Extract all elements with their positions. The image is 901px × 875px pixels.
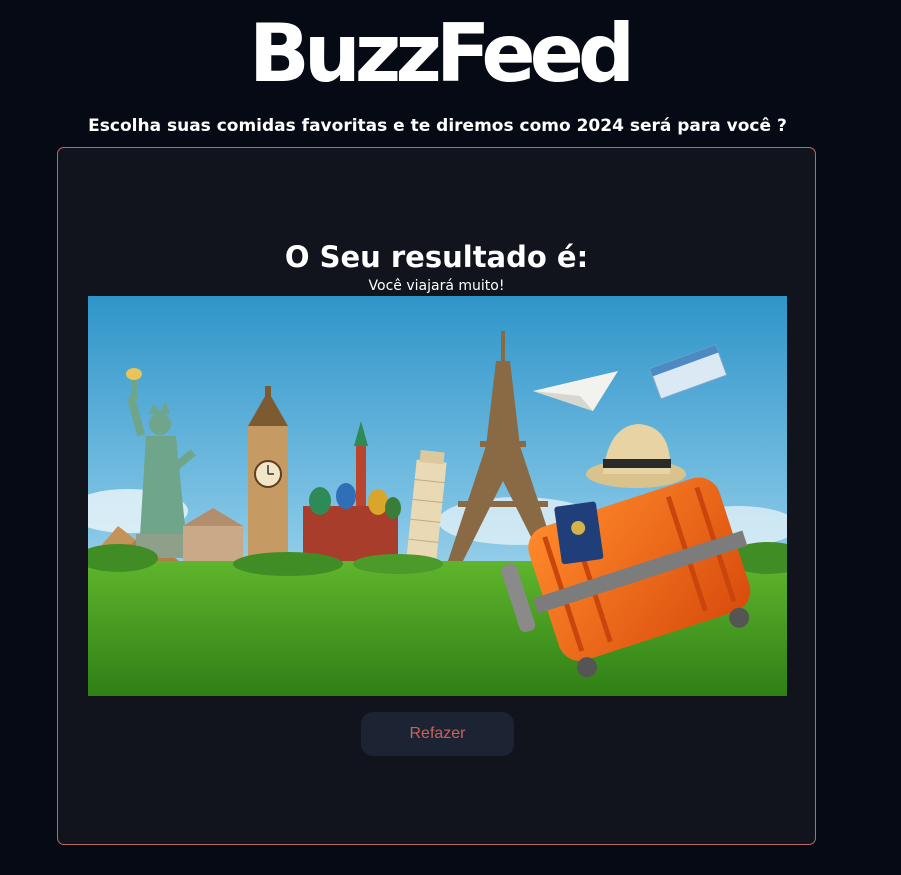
quiz-subtitle: Escolha suas comidas favoritas e te dire… xyxy=(88,116,787,136)
quiz-page: BuzzFeed Escolha suas comidas favoritas … xyxy=(0,0,901,875)
redo-button[interactable]: Refazer xyxy=(361,712,514,756)
travel-landmarks-illustration xyxy=(88,296,787,696)
buzzfeed-logo[interactable]: BuzzFeed xyxy=(224,10,654,98)
result-image xyxy=(88,296,787,696)
result-text: Você viajará muito! xyxy=(368,278,505,294)
result-card: O Seu resultado é: Você viajará muito! R… xyxy=(57,147,816,845)
result-title: O Seu resultado é: xyxy=(284,240,589,274)
